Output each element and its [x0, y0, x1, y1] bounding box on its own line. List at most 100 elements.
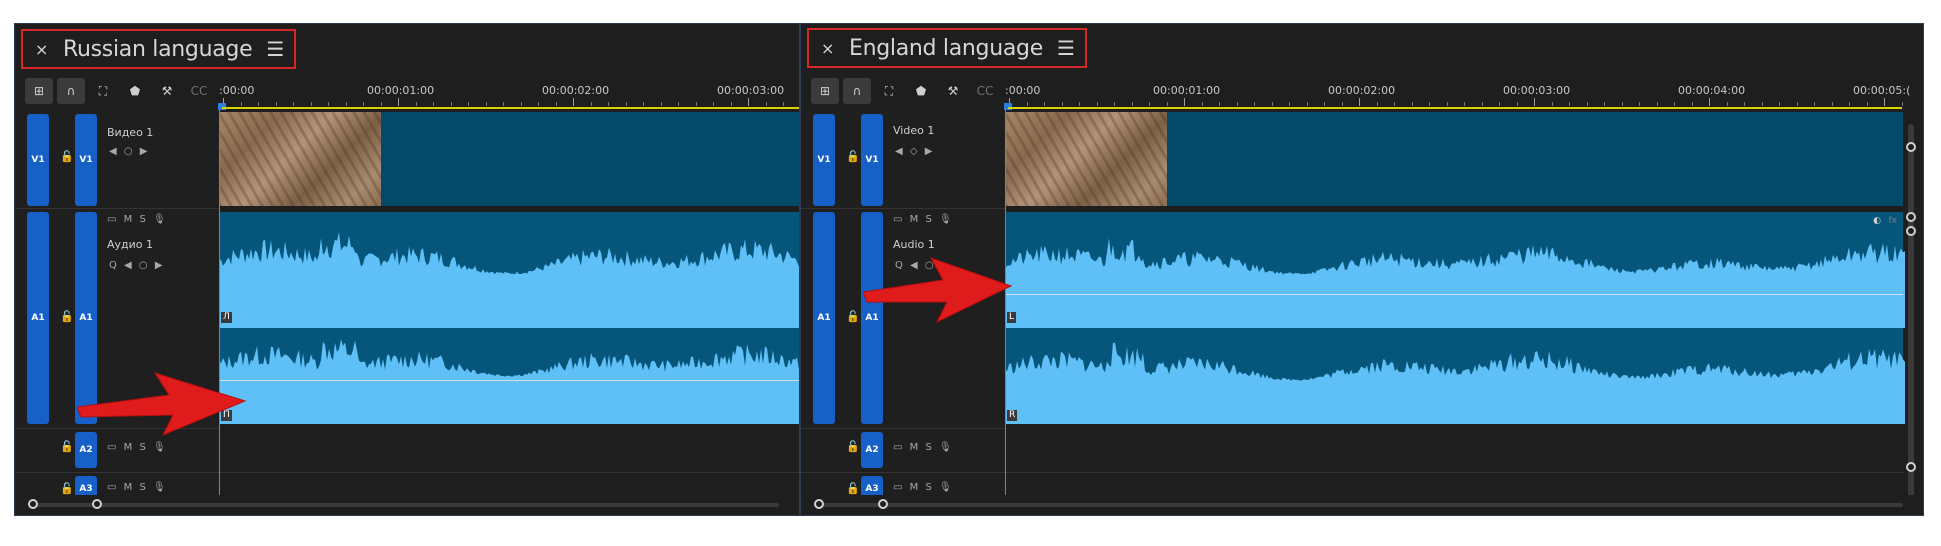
ruler-tick: [1236, 102, 1238, 106]
sync-icon[interactable]: ▭: [893, 442, 904, 453]
volume-line[interactable]: [1005, 294, 1903, 295]
captions-icon[interactable]: CC: [971, 78, 999, 104]
mute-button[interactable]: M: [910, 214, 921, 225]
waveform-left-channel: [219, 231, 799, 328]
keyframe-nav[interactable]: Q ◀ ○ ▶: [109, 260, 165, 271]
mic-icon[interactable]: 🎙: [939, 442, 954, 453]
menu-icon[interactable]: ☰: [1057, 38, 1075, 58]
menu-icon[interactable]: ☰: [266, 39, 284, 59]
lock-icon[interactable]: 🔓: [60, 440, 74, 453]
timeline-panel-england: × England language ☰ ⊞ ∩ ⛶ ⬟ ⚒ CC :00:00…: [800, 23, 1924, 516]
video-target-v1[interactable]: V1: [27, 114, 49, 206]
snap-icon[interactable]: ∩: [57, 78, 85, 104]
ruler-tick: [713, 102, 714, 106]
audio-target-a1[interactable]: A1: [27, 212, 49, 424]
audio-clip[interactable]: Л П: [219, 212, 799, 424]
vertical-scrollbar[interactable]: [1908, 124, 1914, 515]
video-source-v1[interactable]: V1: [861, 114, 883, 206]
sync-icon[interactable]: ▭: [107, 482, 118, 493]
ruler-tick: [678, 102, 679, 106]
solo-button[interactable]: S: [925, 214, 933, 225]
vscroll-handle[interactable]: [1906, 462, 1916, 472]
timeline-tracks[interactable]: L R ◐ fx: [1005, 110, 1905, 495]
mic-icon[interactable]: 🎙: [153, 442, 168, 453]
lock-icon[interactable]: 🔓: [60, 310, 74, 323]
timeline-tracks[interactable]: Л П: [219, 110, 799, 495]
video-clip[interactable]: [219, 112, 799, 206]
scroll-handle-start[interactable]: [28, 499, 38, 509]
vscroll-handle[interactable]: [1906, 142, 1916, 152]
lock-icon[interactable]: 🔓: [846, 310, 860, 323]
solo-button[interactable]: S: [925, 442, 933, 453]
insert-overwrite-icon[interactable]: ⊞: [25, 78, 53, 104]
lock-icon[interactable]: 🔓: [60, 482, 74, 495]
ruler-tick: [1656, 102, 1658, 106]
video-source-v1[interactable]: V1: [75, 114, 97, 206]
sync-icon[interactable]: ▭: [893, 482, 904, 493]
mute-button[interactable]: M: [910, 482, 921, 493]
keyframe-nav[interactable]: ◀ ◇ ▶: [895, 146, 934, 157]
insert-overwrite-icon[interactable]: ⊞: [811, 78, 839, 104]
video-target-v1[interactable]: V1: [813, 114, 835, 206]
solo-button[interactable]: S: [139, 482, 147, 493]
mic-icon[interactable]: 🎙: [939, 482, 954, 493]
mic-icon[interactable]: 🎙: [939, 214, 954, 225]
mute-button[interactable]: M: [124, 442, 135, 453]
sync-icon[interactable]: ▭: [893, 214, 904, 225]
captions-icon[interactable]: CC: [185, 78, 213, 104]
close-icon[interactable]: ×: [821, 39, 835, 58]
vscroll-handle[interactable]: [1906, 212, 1916, 222]
wrench-icon[interactable]: ⚒: [939, 78, 967, 104]
tab-title[interactable]: Russian language: [63, 37, 253, 62]
solo-button[interactable]: S: [139, 214, 147, 225]
scroll-track[interactable]: [35, 503, 779, 507]
track-label: A2: [79, 445, 93, 455]
snap-icon[interactable]: ∩: [843, 78, 871, 104]
sync-icon[interactable]: ▭: [107, 214, 118, 225]
linked-selection-icon[interactable]: ⛶: [875, 78, 903, 104]
timeline-toolbar: ⊞ ∩ ⛶ ⬟ ⚒ CC: [807, 76, 999, 106]
marker-icon[interactable]: ⬟: [907, 78, 935, 104]
audio-track-controls[interactable]: ▭ M S 🎙: [107, 442, 168, 453]
horizontal-scrollbar[interactable]: [15, 495, 799, 515]
audio-target-a1[interactable]: A1: [813, 212, 835, 424]
marker-icon[interactable]: ⬟: [121, 78, 149, 104]
scroll-handle-end[interactable]: [878, 499, 888, 509]
ruler-tick: [625, 102, 627, 106]
ruler-tick: [503, 102, 504, 106]
ruler-tick: [1639, 102, 1640, 106]
audio-source-a2[interactable]: A2: [861, 432, 883, 468]
solo-button[interactable]: S: [925, 482, 933, 493]
close-icon[interactable]: ×: [35, 40, 49, 59]
audio-track-controls[interactable]: ▭ M S 🎙: [893, 482, 954, 493]
audio-track-controls[interactable]: ▭ M S 🎙: [107, 214, 168, 225]
audio-clip[interactable]: L R ◐ fx: [1005, 212, 1905, 424]
mic-icon[interactable]: 🎙: [153, 482, 168, 493]
lock-icon[interactable]: 🔓: [846, 150, 860, 163]
time-ruler[interactable]: :00:00 00:00:01:00 00:00:02:00 00:00:03:…: [218, 76, 799, 111]
video-clip[interactable]: [1005, 112, 1903, 206]
vscroll-handle[interactable]: [1906, 226, 1916, 236]
time-ruler[interactable]: :00:00 00:00:01:00 00:00:02:00 00:00:03:…: [1004, 76, 1910, 111]
mute-button[interactable]: M: [124, 214, 135, 225]
scroll-handle-start[interactable]: [814, 499, 824, 509]
mute-button[interactable]: M: [124, 482, 135, 493]
lock-icon[interactable]: 🔓: [846, 482, 860, 495]
solo-button[interactable]: S: [139, 442, 147, 453]
linked-selection-icon[interactable]: ⛶: [89, 78, 117, 104]
tab-title[interactable]: England language: [849, 36, 1043, 61]
lock-icon[interactable]: 🔓: [846, 440, 860, 453]
scroll-track[interactable]: [821, 503, 1903, 507]
wrench-icon[interactable]: ⚒: [153, 78, 181, 104]
audio-track-controls[interactable]: ▭ M S 🎙: [893, 442, 954, 453]
mic-icon[interactable]: 🎙: [153, 214, 168, 225]
keyframe-nav[interactable]: ◀ ○ ▶: [109, 146, 149, 157]
audio-track-controls[interactable]: ▭ M S 🎙: [107, 482, 168, 493]
lock-icon[interactable]: 🔓: [60, 150, 74, 163]
sync-icon[interactable]: ▭: [107, 442, 118, 453]
volume-line[interactable]: [219, 380, 799, 381]
audio-track-controls[interactable]: ▭ M S 🎙: [893, 214, 954, 225]
horizontal-scrollbar[interactable]: [801, 495, 1923, 515]
scroll-handle-end[interactable]: [92, 499, 102, 509]
mute-button[interactable]: M: [910, 442, 921, 453]
